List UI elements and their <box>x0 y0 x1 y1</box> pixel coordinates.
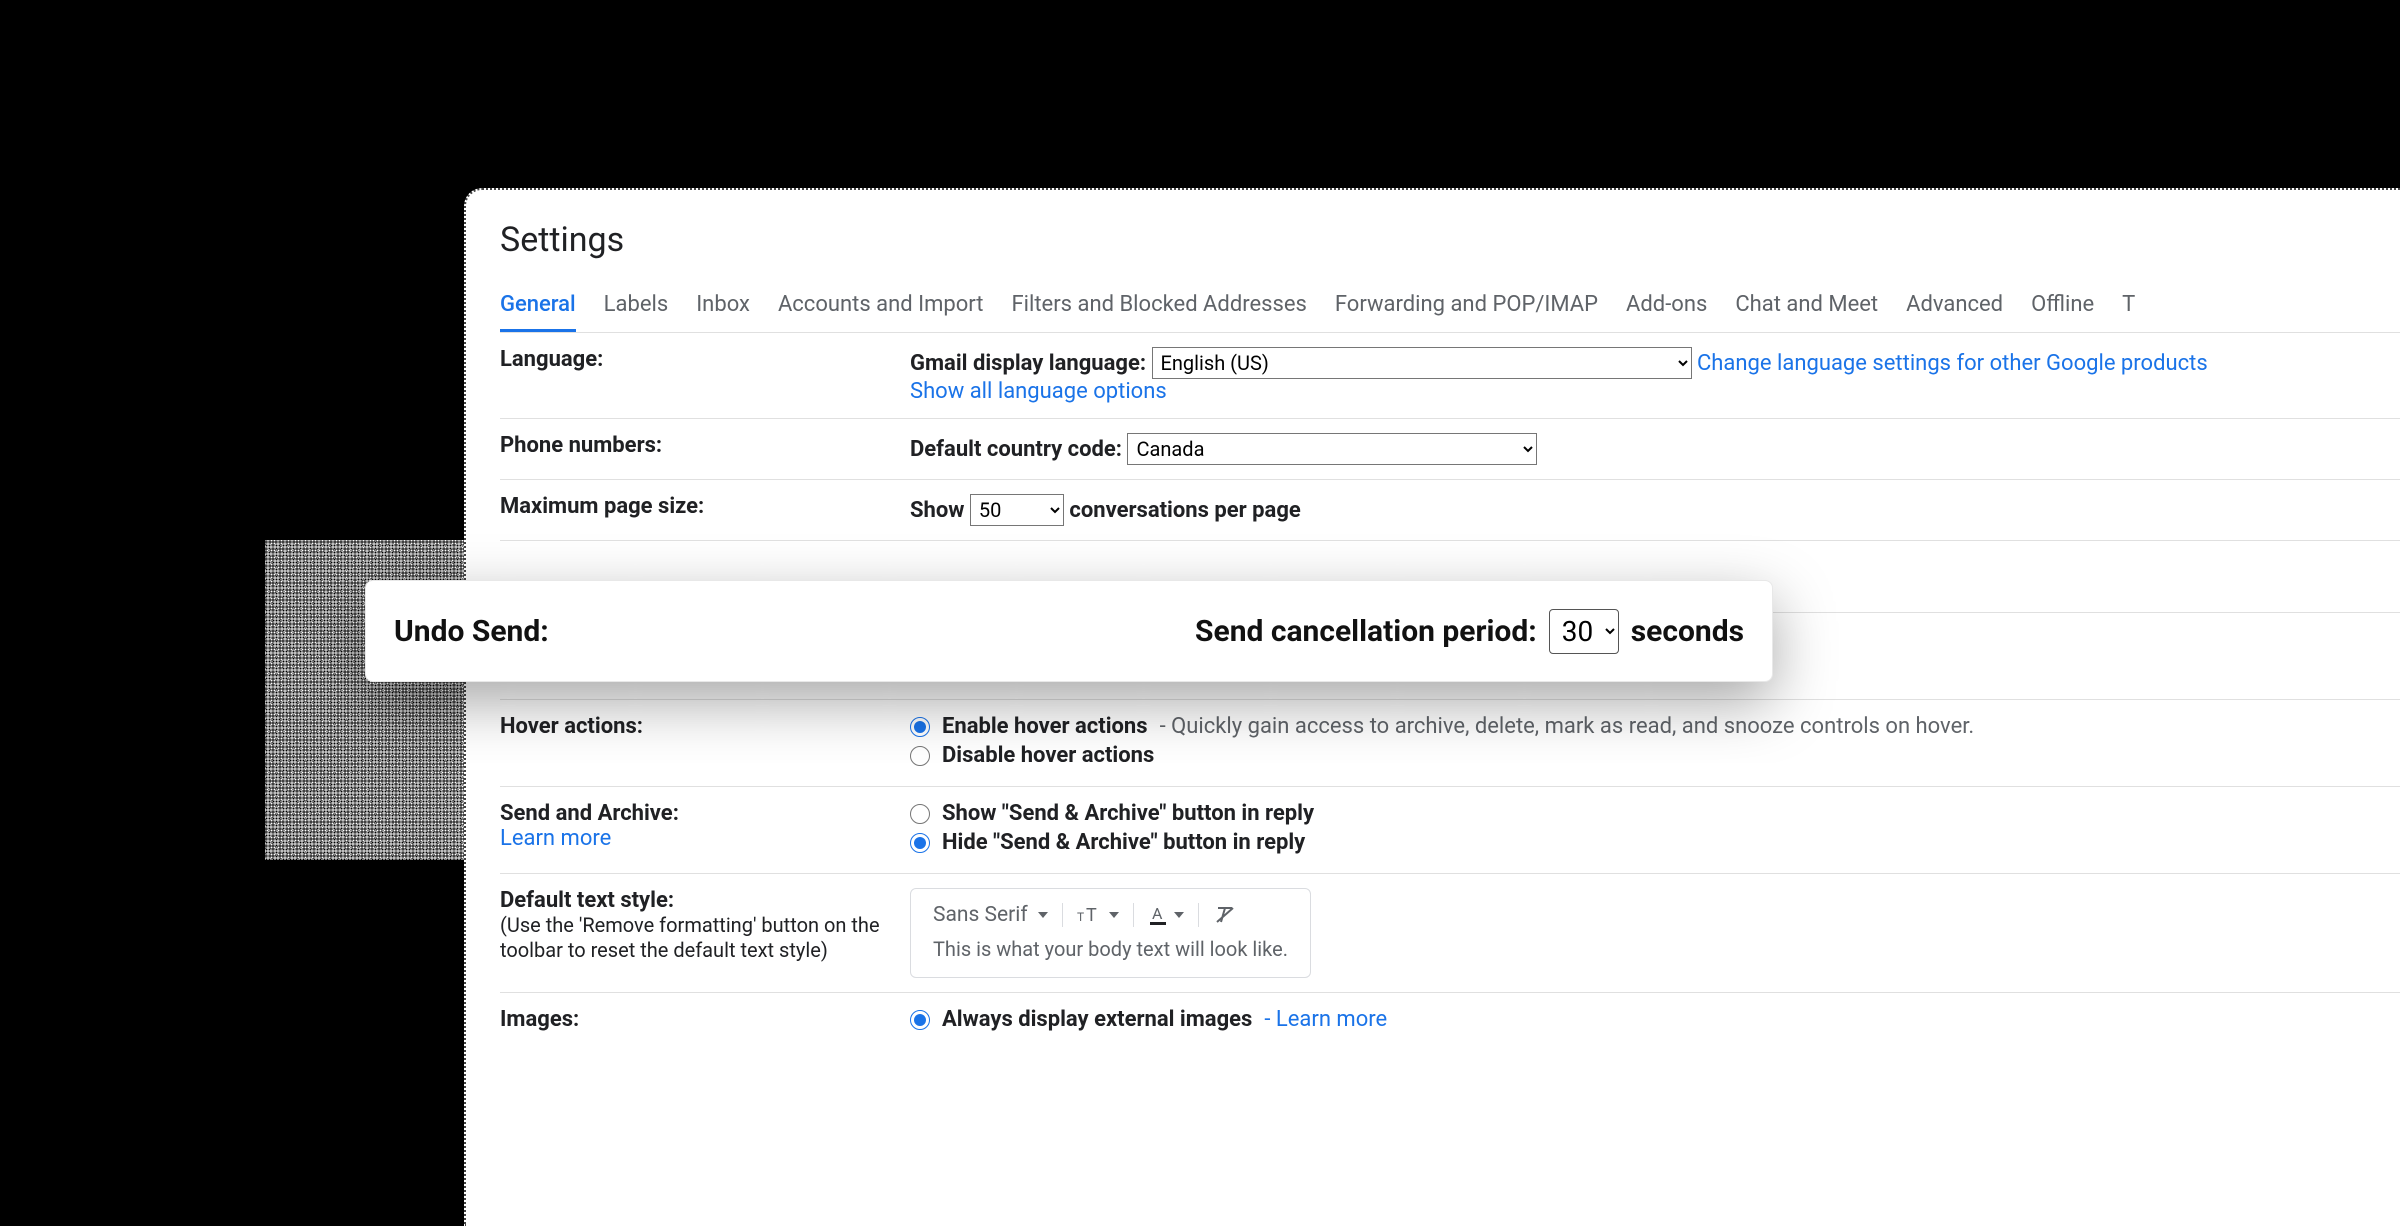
text-style-toolbar: Sans Serif TT A <box>910 888 1311 978</box>
label-text-style: Default text style: (Use the 'Remove for… <box>500 888 910 978</box>
settings-tabs: General Labels Inbox Accounts and Import… <box>500 284 2400 333</box>
change-language-link[interactable]: Change language settings for other Googl… <box>1697 351 2208 376</box>
svg-text:T: T <box>1086 905 1097 926</box>
label-phone: Phone numbers: <box>500 433 910 465</box>
text-color-button[interactable]: A <box>1148 904 1184 926</box>
tab-offline[interactable]: Offline <box>2031 284 2094 332</box>
tab-themes-cut[interactable]: T <box>2122 284 2135 332</box>
tab-addons[interactable]: Add-ons <box>1626 284 1707 332</box>
hide-send-archive-label: Hide "Send & Archive" button in reply <box>942 830 1305 855</box>
label-hover-actions: Hover actions: <box>500 714 910 772</box>
always-display-images-label: Always display external images <box>942 1007 1252 1032</box>
text-style-preview: This is what your body text will look li… <box>923 933 1298 969</box>
row-language: Language: Gmail display language: Englis… <box>500 333 2400 418</box>
label-send-archive: Send and Archive: Learn more <box>500 801 910 859</box>
svg-text:T: T <box>1077 910 1084 924</box>
row-page-size: Maximum page size: Show 50 conversations… <box>500 479 2400 540</box>
row-text-style: Default text style: (Use the 'Remove for… <box>500 873 2400 992</box>
toolbar-divider <box>1133 903 1134 927</box>
label-language: Language: <box>500 347 910 404</box>
country-code-select[interactable]: Canada <box>1127 433 1537 465</box>
label-images: Images: <box>500 1007 910 1036</box>
toolbar-divider <box>1062 903 1063 927</box>
show-all-language-link[interactable]: Show all language options <box>910 379 1167 404</box>
send-archive-learn-more-link[interactable]: Learn more <box>500 826 611 851</box>
undo-send-period-select[interactable]: 30 <box>1549 609 1619 654</box>
radio-hide-send-archive[interactable] <box>910 833 930 853</box>
caret-down-icon <box>1174 912 1184 918</box>
tab-accounts-import[interactable]: Accounts and Import <box>778 284 984 332</box>
undo-send-unit: seconds <box>1631 614 1744 649</box>
send-cancellation-label: Send cancellation period: <box>1195 614 1537 649</box>
radio-show-send-archive[interactable] <box>910 804 930 824</box>
language-select[interactable]: English (US) <box>1152 347 1692 379</box>
tab-advanced[interactable]: Advanced <box>1906 284 2003 332</box>
settings-window: Settings General Labels Inbox Accounts a… <box>464 188 2400 1226</box>
page-size-pre: Show <box>910 498 964 523</box>
label-page-size: Maximum page size: <box>500 494 910 526</box>
svg-text:A: A <box>1152 904 1163 923</box>
enable-hover-label: Enable hover actions <box>942 714 1148 739</box>
font-family-label: Sans Serif <box>933 903 1028 927</box>
tab-filters-blocked[interactable]: Filters and Blocked Addresses <box>1012 284 1307 332</box>
page-size-select[interactable]: 50 <box>970 494 1064 526</box>
radio-always-display-images[interactable] <box>910 1010 930 1030</box>
text-style-sub: (Use the 'Remove formatting' button on t… <box>500 913 880 962</box>
row-hover-actions: Hover actions: Enable hover actions - Qu… <box>500 699 2400 786</box>
font-family-button[interactable]: Sans Serif <box>933 903 1048 927</box>
tab-chat-meet[interactable]: Chat and Meet <box>1735 284 1878 332</box>
page-title: Settings <box>500 220 2400 260</box>
tab-general[interactable]: General <box>500 284 576 332</box>
page-size-post: conversations per page <box>1069 498 1300 523</box>
row-phone: Phone numbers: Default country code: Can… <box>500 418 2400 479</box>
gmail-display-language-label: Gmail display language: <box>910 351 1146 376</box>
caret-down-icon <box>1109 912 1119 918</box>
images-learn-more-link[interactable]: - Learn more <box>1264 1007 1387 1032</box>
disable-hover-label: Disable hover actions <box>942 743 1154 768</box>
radio-disable-hover[interactable] <box>910 746 930 766</box>
show-send-archive-label: Show "Send & Archive" button in reply <box>942 801 1314 826</box>
font-size-button[interactable]: TT <box>1077 904 1119 926</box>
default-country-label: Default country code: <box>910 437 1122 462</box>
row-send-archive: Send and Archive: Learn more Show "Send … <box>500 786 2400 873</box>
tab-labels[interactable]: Labels <box>604 284 669 332</box>
remove-formatting-button[interactable] <box>1213 904 1237 926</box>
row-images: Images: Always display external images -… <box>500 992 2400 1050</box>
enable-hover-hint: - Quickly gain access to archive, delete… <box>1160 714 1975 739</box>
undo-send-label: Undo Send: <box>394 614 549 649</box>
toolbar-divider <box>1198 903 1199 927</box>
settings-body: Language: Gmail display language: Englis… <box>500 333 2400 1050</box>
caret-down-icon <box>1038 912 1048 918</box>
radio-enable-hover[interactable] <box>910 717 930 737</box>
tab-inbox[interactable]: Inbox <box>696 284 750 332</box>
tab-forwarding-pop-imap[interactable]: Forwarding and POP/IMAP <box>1335 284 1598 332</box>
undo-send-highlight-card: Undo Send: Send cancellation period: 30 … <box>365 580 1773 682</box>
